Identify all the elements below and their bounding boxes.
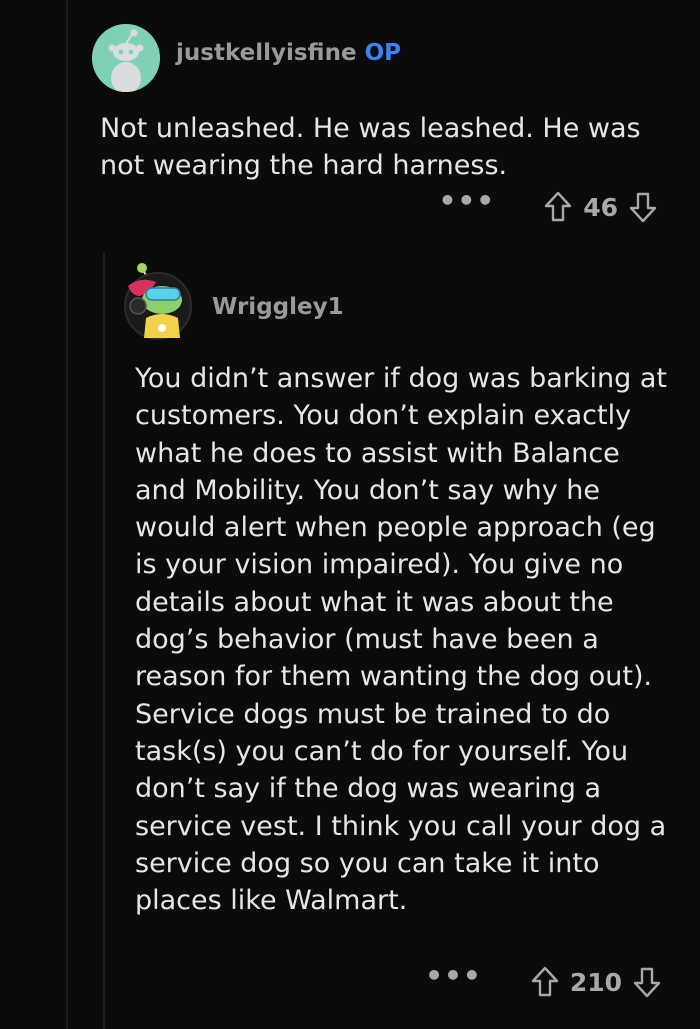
downvote-icon[interactable] — [628, 190, 658, 224]
comment-author[interactable]: justkellyisfine OP — [176, 40, 401, 66]
op-badge: OP — [364, 40, 401, 66]
comment-actions: ••• 210 — [425, 962, 662, 999]
reply-thread-line[interactable] — [103, 252, 105, 1029]
more-options-button[interactable]: ••• — [439, 187, 496, 215]
thread-line — [66, 0, 68, 1029]
vote-score: 46 — [583, 192, 618, 222]
snoo-custom-avatar-icon[interactable] — [122, 262, 198, 344]
more-options-button[interactable]: ••• — [425, 962, 482, 990]
username[interactable]: justkellyisfine — [176, 40, 357, 66]
vote-score: 210 — [569, 967, 622, 997]
downvote-icon[interactable] — [632, 965, 662, 999]
upvote-icon[interactable] — [543, 190, 573, 224]
comment-author[interactable]: Wriggley1 — [212, 294, 344, 320]
upvote-icon[interactable] — [530, 965, 560, 999]
comment-body: You didn’t answer if dog was barking at … — [135, 363, 667, 917]
comment-body: Not unleashed. He was leashed. He was no… — [100, 113, 641, 181]
snoo-avatar-icon[interactable] — [92, 24, 160, 92]
comment-actions: ••• 46 — [439, 187, 659, 224]
